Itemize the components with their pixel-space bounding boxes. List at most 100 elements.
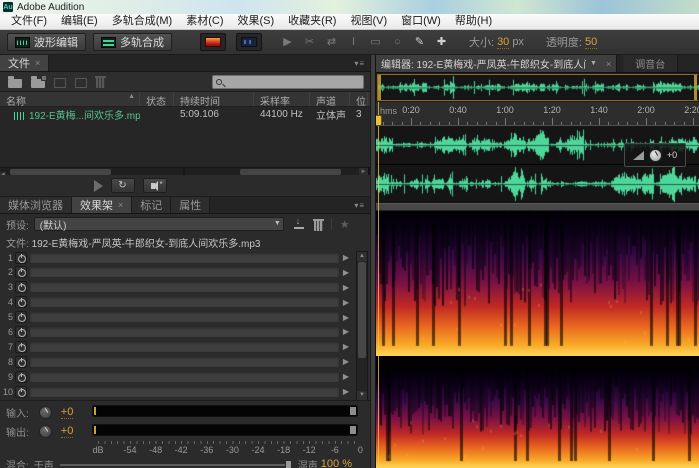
razor-tool[interactable]: ✂ [304, 35, 315, 49]
spectral-view-channel-right[interactable] [376, 369, 699, 468]
favorite-star-icon[interactable]: ★ [340, 218, 350, 231]
tab-2[interactable]: 标记 [132, 197, 171, 213]
power-icon[interactable] [15, 281, 27, 293]
opacity-value[interactable]: 50 [585, 36, 597, 49]
chevron-right-icon[interactable]: ▶ [340, 357, 352, 366]
column-header-3[interactable]: 采样率 [254, 92, 310, 106]
scrollbar-segment[interactable]: ► [185, 168, 370, 175]
menu-item-3[interactable]: 素材(C) [179, 14, 230, 29]
hud-gain-knob[interactable] [649, 149, 662, 162]
new-file-icon[interactable] [54, 78, 66, 88]
power-icon[interactable] [15, 311, 27, 323]
slider-handle[interactable] [285, 460, 292, 468]
column-header-5[interactable]: 位 [350, 92, 368, 106]
chevron-right-icon[interactable]: ▶ [340, 342, 352, 351]
chevron-right-icon[interactable]: ▶ [340, 298, 352, 307]
insert-into-multitrack-icon[interactable] [75, 78, 87, 88]
close-icon[interactable]: × [35, 58, 40, 68]
zoom-navigator[interactable] [377, 74, 698, 101]
menu-item-1[interactable]: 编辑(E) [54, 14, 105, 29]
playhead-marker[interactable] [376, 115, 382, 126]
preset-dropdown[interactable]: (默认) ▼ [34, 217, 284, 231]
brush-size-value[interactable]: 30 [497, 36, 509, 49]
navigator-right-handle[interactable] [694, 75, 697, 100]
spectral-frequency-display-button[interactable] [200, 33, 226, 51]
output-knob[interactable] [39, 425, 52, 438]
tab-editor[interactable]: 编辑器: 192-E黄梅戏-严凤英-牛郎织女-到底人间欢乐多.mp3 ▼ × [376, 55, 617, 72]
mix-slider[interactable] [60, 460, 292, 468]
multitrack-button[interactable]: 多轨合成 [93, 33, 172, 51]
gain-hud[interactable]: +0 [624, 143, 686, 167]
tab-3[interactable]: 属性 [171, 197, 210, 213]
effect-slot-field[interactable] [29, 356, 340, 368]
power-icon[interactable] [15, 386, 27, 398]
close-icon[interactable]: × [118, 200, 123, 210]
chevron-right-icon[interactable]: ▶ [340, 372, 352, 381]
marquee-selection-tool[interactable]: ▭ [370, 35, 381, 49]
effect-slot-field[interactable] [29, 281, 340, 293]
table-row[interactable]: 192-E黄梅...间欢乐多.mp35:09.10644100 Hz立体声3 [0, 107, 370, 122]
menu-item-7[interactable]: 窗口(W) [394, 14, 448, 29]
spot-healing-brush-tool[interactable]: ✚ [436, 35, 447, 49]
effect-slot-field[interactable] [29, 252, 340, 264]
delete-preset-icon[interactable] [314, 221, 323, 231]
files-horizontal-scrollbar[interactable]: ◄ ► [0, 167, 370, 175]
power-icon[interactable] [15, 371, 27, 383]
power-icon[interactable] [15, 356, 27, 368]
effect-slot-field[interactable] [29, 371, 340, 383]
move-tool[interactable]: ▶ [282, 35, 293, 49]
chevron-down-icon[interactable]: ▼ [590, 60, 597, 67]
import-file-icon[interactable] [31, 79, 45, 88]
waveform-edit-button[interactable]: 波形编辑 [7, 33, 86, 51]
effect-slot-field[interactable] [29, 296, 340, 308]
tab-1[interactable]: 效果架× [72, 197, 132, 213]
input-gain-value[interactable]: +0 [61, 406, 74, 419]
tab-mixer[interactable]: 调音台 [623, 55, 678, 72]
wet-value[interactable]: 100 % [321, 458, 352, 468]
paintbrush-selection-tool[interactable]: ✎ [414, 35, 425, 49]
autoplay-button[interactable] [143, 178, 167, 193]
tab-files[interactable]: 文件 × [0, 55, 49, 71]
power-icon[interactable] [15, 266, 27, 278]
column-header-1[interactable]: 状态 [140, 92, 174, 106]
menu-item-4[interactable]: 效果(S) [231, 14, 282, 29]
chevron-right-icon[interactable]: ▶ [340, 283, 352, 292]
playhead-line[interactable] [378, 102, 379, 468]
menu-item-8[interactable]: 帮助(H) [448, 14, 499, 29]
effect-slot-field[interactable] [29, 311, 340, 323]
column-header-2[interactable]: 持续时间 [174, 92, 254, 106]
effect-slot-field[interactable] [29, 386, 340, 398]
column-header-4[interactable]: 声道 [310, 92, 350, 106]
scroll-up-icon[interactable]: ▲ [357, 252, 367, 261]
search-input[interactable] [212, 75, 364, 89]
waveform-channel-right[interactable] [376, 165, 699, 203]
power-icon[interactable] [15, 341, 27, 353]
power-icon[interactable] [15, 296, 27, 308]
close-icon[interactable]: × [606, 59, 611, 69]
panel-menu-icon[interactable]: ▾≡ [354, 201, 365, 210]
slip-tool[interactable]: ⇄ [326, 35, 337, 49]
trash-icon[interactable] [96, 78, 105, 88]
chevron-right-icon[interactable]: ▶ [340, 268, 352, 277]
chevron-right-icon[interactable]: ▶ [340, 313, 352, 322]
slots-scrollbar[interactable]: ▲ ▼ [356, 251, 368, 401]
chevron-right-icon[interactable]: ▶ [340, 327, 352, 336]
chevron-right-icon[interactable]: ▶ [340, 387, 352, 396]
effect-slot-field[interactable] [29, 266, 340, 278]
panel-menu-icon[interactable]: ▾≡ [354, 59, 365, 68]
power-icon[interactable] [15, 326, 27, 338]
time-selection-tool[interactable]: I [348, 35, 359, 49]
timeline-ruler[interactable]: hms 0:200:401:001:201:402:002:202:40 [376, 102, 699, 126]
menu-item-0[interactable]: 文件(F) [4, 14, 54, 29]
menu-item-5[interactable]: 收藏夹(R) [281, 14, 343, 29]
spectral-pitch-display-button[interactable] [236, 33, 262, 51]
sort-ascending-icon[interactable]: ▲ [128, 93, 135, 100]
column-header-0[interactable]: 名称▲ [0, 92, 140, 106]
menu-item-2[interactable]: 多轨合成(M) [105, 14, 180, 29]
scrollbar-segment[interactable]: ◄ [0, 168, 185, 175]
spectral-view-channel-left[interactable] [376, 211, 699, 356]
lasso-selection-tool[interactable]: ○ [392, 35, 403, 49]
scrollbar-thumb[interactable] [358, 262, 366, 358]
output-gain-value[interactable]: +0 [61, 425, 74, 438]
hud-gain-value[interactable]: +0 [667, 150, 677, 160]
